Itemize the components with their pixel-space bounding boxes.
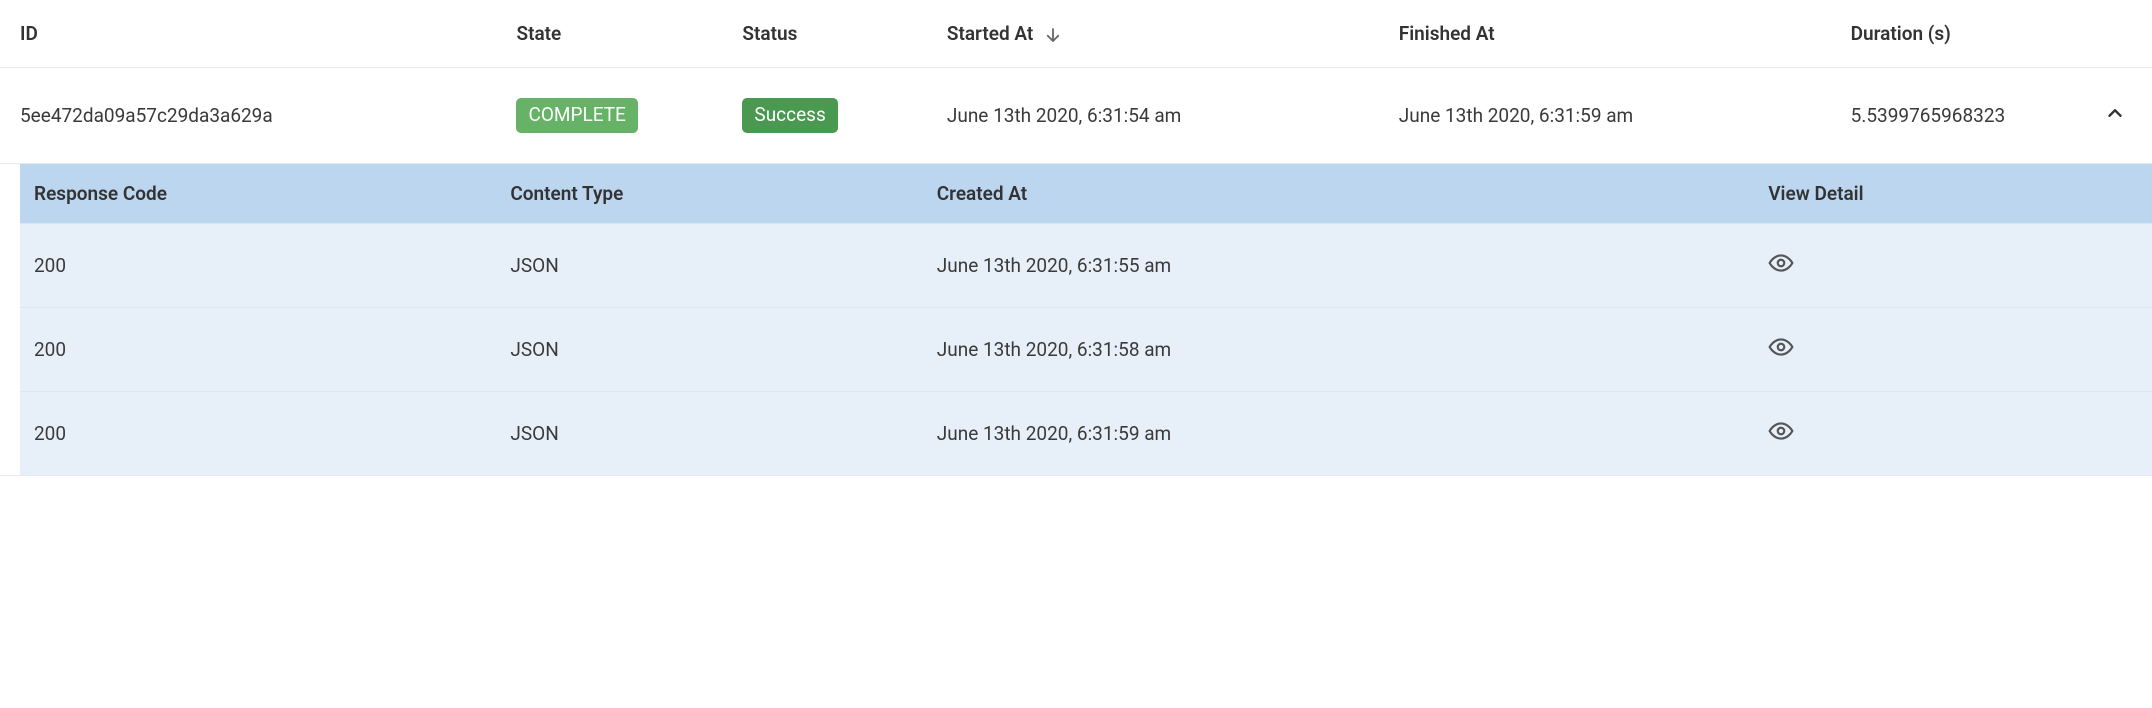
jobs-table-header-row: ID State Status Started At Finished At D… (0, 0, 2152, 68)
view-detail-button[interactable] (1768, 250, 1794, 276)
job-row: 5ee472da09a57c29da3a629a COMPLETE Succes… (0, 68, 2152, 164)
cell-started-at: June 13th 2020, 6:31:54 am (947, 68, 1399, 164)
cell-response-code: 200 (20, 307, 510, 391)
responses-table: Response Code Content Type Created At Vi… (20, 164, 2152, 475)
eye-icon (1768, 418, 1794, 444)
col-header-started-at[interactable]: Started At (947, 0, 1399, 68)
cell-id: 5ee472da09a57c29da3a629a (0, 68, 516, 164)
eye-icon (1768, 334, 1794, 360)
response-row: 200 JSON June 13th 2020, 6:31:58 am (20, 307, 2152, 391)
cell-state: COMPLETE (516, 68, 742, 164)
cell-response-code: 200 (20, 391, 510, 475)
col-header-expand (2087, 0, 2152, 68)
col-header-view-detail: View Detail (1768, 164, 2152, 224)
col-header-response-code[interactable]: Response Code (20, 164, 510, 224)
cell-created-at: June 13th 2020, 6:31:59 am (937, 391, 1768, 475)
col-header-state[interactable]: State (516, 0, 742, 68)
chevron-up-icon (2104, 102, 2126, 124)
state-badge-complete: COMPLETE (516, 98, 637, 133)
cell-created-at: June 13th 2020, 6:31:58 am (937, 307, 1768, 391)
col-header-created-at[interactable]: Created At (937, 164, 1768, 224)
view-detail-button[interactable] (1768, 334, 1794, 360)
response-row: 200 JSON June 13th 2020, 6:31:55 am (20, 223, 2152, 307)
response-row: 200 JSON June 13th 2020, 6:31:59 am (20, 391, 2152, 475)
col-header-finished-at[interactable]: Finished At (1399, 0, 1851, 68)
cell-status: Success (742, 68, 946, 164)
status-badge-success: Success (742, 98, 837, 133)
jobs-table: ID State Status Started At Finished At D… (0, 0, 2152, 476)
cell-created-at: June 13th 2020, 6:31:55 am (937, 223, 1768, 307)
cell-content-type: JSON (510, 391, 936, 475)
col-header-status[interactable]: Status (742, 0, 946, 68)
col-header-duration[interactable]: Duration (s) (1851, 0, 2088, 68)
job-detail-row: Response Code Content Type Created At Vi… (0, 163, 2152, 475)
cell-duration: 5.5399765968323 (1851, 68, 2088, 164)
cell-content-type: JSON (510, 223, 936, 307)
collapse-row-button[interactable] (2104, 102, 2126, 124)
cell-content-type: JSON (510, 307, 936, 391)
view-detail-button[interactable] (1768, 418, 1794, 444)
sort-descending-icon (1044, 26, 1062, 44)
responses-header-row: Response Code Content Type Created At Vi… (20, 164, 2152, 224)
cell-response-code: 200 (20, 223, 510, 307)
eye-icon (1768, 250, 1794, 276)
col-header-id[interactable]: ID (0, 0, 516, 68)
col-header-content-type[interactable]: Content Type (510, 164, 936, 224)
cell-finished-at: June 13th 2020, 6:31:59 am (1399, 68, 1851, 164)
